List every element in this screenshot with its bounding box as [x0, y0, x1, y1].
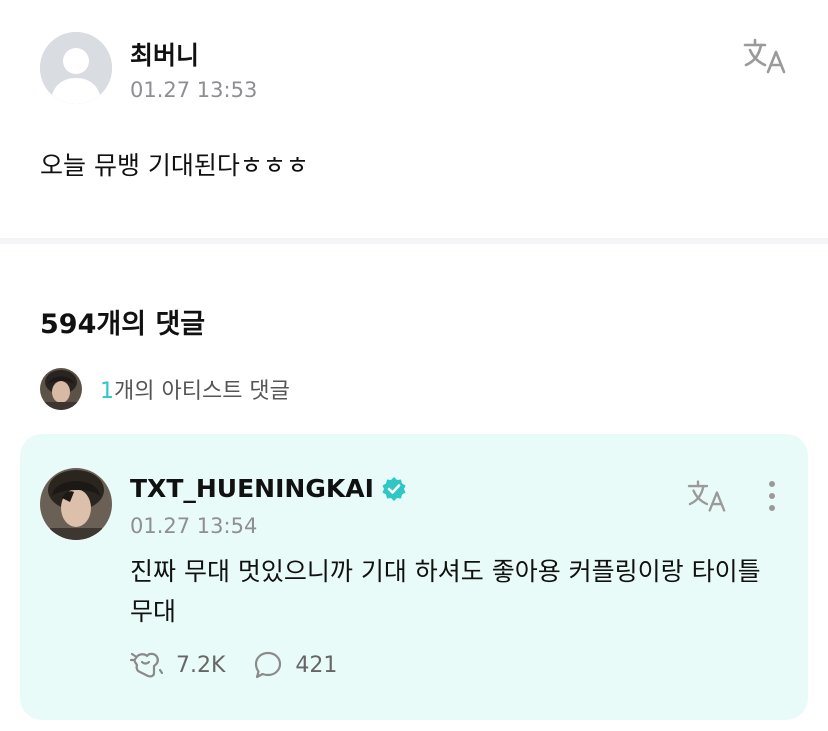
artist-comment-card: TXT_HUENINGKAI 01.27 13:54 진짜 무대 멋있으니까 기… [20, 434, 808, 720]
artist-mini-avatar [40, 368, 82, 410]
verified-badge-icon [380, 475, 408, 503]
post-translate-button[interactable] [742, 36, 788, 76]
post-author-name[interactable]: 최버니 [130, 36, 199, 72]
artist-comment-count: 1 [100, 379, 114, 404]
artist-name-text: TXT_HUENINGKAI [130, 474, 374, 503]
post-timestamp: 01.27 13:53 [130, 78, 258, 102]
reply-button[interactable]: 421 [253, 650, 337, 680]
comments-count-title: 594개의 댓글 [40, 309, 206, 340]
more-vertical-icon [769, 481, 775, 511]
translate-icon [687, 480, 726, 512]
artist-photo-icon [40, 468, 112, 540]
artist-comment-label: 1개의 아티스트 댓글 [100, 373, 290, 405]
author-avatar[interactable] [40, 32, 112, 104]
comment-translate-button[interactable] [686, 478, 728, 514]
reply-count: 421 [295, 652, 338, 678]
artist-comment-timestamp: 01.27 13:54 [130, 514, 258, 538]
cheer-count: 7.2K [176, 652, 226, 678]
artist-comment-text: 개의 아티스트 댓글 [114, 379, 290, 404]
artist-avatar[interactable] [40, 468, 112, 540]
translate-icon [743, 38, 786, 74]
artist-comment-filter[interactable]: 1개의 아티스트 댓글 [40, 368, 290, 410]
comment-bubble-icon [255, 651, 282, 679]
cheer-icon [130, 652, 164, 678]
section-divider [0, 238, 828, 244]
artist-comment-text: 진짜 무대 멋있으니까 기대 하셔도 좋아용 커플링이랑 타이틀 무대 [130, 557, 761, 626]
post-body-text: 오늘 뮤뱅 기대된다ㅎㅎㅎ [40, 151, 309, 180]
comment-actions: 7.2K 421 [130, 650, 365, 680]
cheer-button[interactable]: 7.2K [130, 650, 225, 680]
post-detail-page: 최버니 01.27 13:53 오늘 뮤뱅 기대된다ㅎㅎㅎ 594개의 댓글 1… [0, 0, 828, 731]
post-header: 최버니 01.27 13:53 [40, 32, 788, 106]
comment-more-button[interactable] [762, 476, 782, 516]
artist-photo-icon [40, 368, 82, 410]
artist-name[interactable]: TXT_HUENINGKAI [130, 474, 408, 503]
default-user-icon [40, 32, 112, 104]
